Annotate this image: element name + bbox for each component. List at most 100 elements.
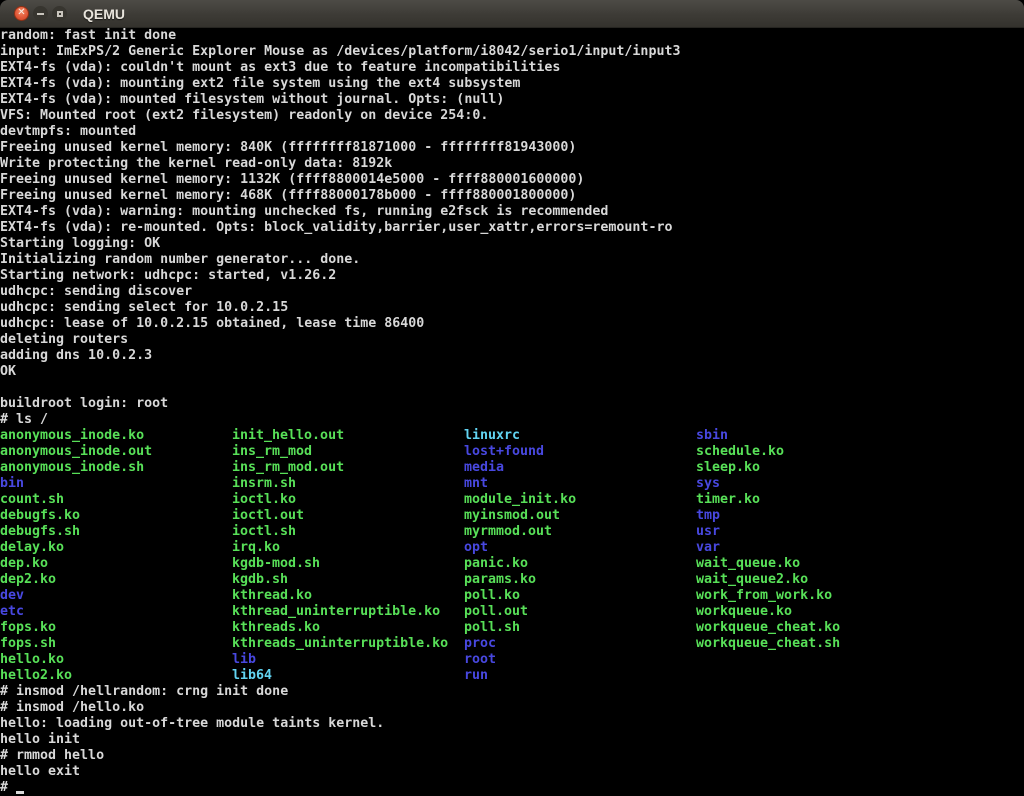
ls-entry: run [464, 668, 488, 684]
ls-entry: dep2.ko [0, 572, 232, 588]
console-line: EXT4-fs (vda): mounting ext2 file system… [0, 76, 1024, 92]
console-line: udhcpc: sending select for 10.0.2.15 [0, 300, 1024, 316]
titlebar[interactable]: ✕ QEMU [0, 0, 1024, 28]
ls-entry: fops.ko [0, 620, 232, 636]
ls-entry: myinsmod.out [464, 508, 696, 524]
console-line: Freeing unused kernel memory: 1132K (fff… [0, 172, 1024, 188]
ls-entry: irq.ko [232, 540, 464, 556]
console-line: hello init [0, 732, 1024, 748]
qemu-window: ✕ QEMU random: fast init doneinput: ImEx… [0, 0, 1024, 796]
ls-row: dep2.kokgdb.shparams.kowait_queue2.ko [0, 572, 1024, 588]
ls-entry: etc [0, 604, 232, 620]
ls-row: debugfs.shioctl.shmyrmmod.outusr [0, 524, 1024, 540]
ls-entry: bin [0, 476, 232, 492]
ls-entry: init_hello.out [232, 428, 464, 444]
console-line: random: fast init done [0, 28, 1024, 44]
ls-row: fops.kokthreads.kopoll.shworkqueue_cheat… [0, 620, 1024, 636]
ls-entry: usr [696, 524, 720, 540]
console-line: Write protecting the kernel read-only da… [0, 156, 1024, 172]
console-line: Starting network: udhcpc: started, v1.26… [0, 268, 1024, 284]
ls-entry: poll.out [464, 604, 696, 620]
terminal-screen[interactable]: random: fast init doneinput: ImExPS/2 Ge… [0, 28, 1024, 796]
ls-row: etckthread_uninterruptible.kopoll.outwor… [0, 604, 1024, 620]
ls-entry: wait_queue.ko [696, 556, 800, 572]
ls-entry: ins_rm_mod [232, 444, 464, 460]
ls-row: anonymous_inode.koinit_hello.outlinuxrcs… [0, 428, 1024, 444]
ls-entry: myrmmod.out [464, 524, 696, 540]
ls-entry: mnt [464, 476, 696, 492]
ls-entry: lib [232, 652, 464, 668]
console-line: Freeing unused kernel memory: 840K (ffff… [0, 140, 1024, 156]
ls-entry: ioctl.ko [232, 492, 464, 508]
prompt-line: # [0, 780, 1024, 796]
ls-entry: sleep.ko [696, 460, 760, 476]
ls-entry: panic.ko [464, 556, 696, 572]
ls-entry: poll.ko [464, 588, 696, 604]
ls-entry: var [696, 540, 720, 556]
console-line: Freeing unused kernel memory: 468K (ffff… [0, 188, 1024, 204]
console-line: VFS: Mounted root (ext2 filesystem) read… [0, 108, 1024, 124]
ls-row: count.shioctl.komodule_init.kotimer.ko [0, 492, 1024, 508]
ls-entry: poll.sh [464, 620, 696, 636]
ls-row: debugfs.koioctl.outmyinsmod.outtmp [0, 508, 1024, 524]
window-title: QEMU [83, 6, 125, 22]
ls-entry: kgdb.sh [232, 572, 464, 588]
ls-row: devkthread.kopoll.kowork_from_work.ko [0, 588, 1024, 604]
ls-entry: hello2.ko [0, 668, 232, 684]
ls-entry: kthreads_uninterruptible.ko [232, 636, 464, 652]
ls-entry: delay.ko [0, 540, 232, 556]
console-line: adding dns 10.0.2.3 [0, 348, 1024, 364]
console-line: OK [0, 364, 1024, 380]
console-line [0, 380, 1024, 396]
ls-entry: work_from_work.ko [696, 588, 832, 604]
console-line: Initializing random number generator... … [0, 252, 1024, 268]
console-line: udhcpc: sending discover [0, 284, 1024, 300]
ls-entry: workqueue_cheat.ko [696, 620, 840, 636]
console-line: # rmmod hello [0, 748, 1024, 764]
console-line: hello exit [0, 764, 1024, 780]
console-line: EXT4-fs (vda): mounted filesystem withou… [0, 92, 1024, 108]
ls-entry: fops.sh [0, 636, 232, 652]
console-line: udhcpc: lease of 10.0.2.15 obtained, lea… [0, 316, 1024, 332]
console-line: hello: loading out-of-tree module taints… [0, 716, 1024, 732]
maximize-icon [57, 11, 63, 17]
text-cursor [16, 791, 24, 794]
console-line: input: ImExPS/2 Generic Explorer Mouse a… [0, 44, 1024, 60]
console-line: # insmod /hello.ko [0, 700, 1024, 716]
console-line: EXT4-fs (vda): warning: mounting uncheck… [0, 204, 1024, 220]
ls-entry: insrm.sh [232, 476, 464, 492]
ls-entry: params.ko [464, 572, 696, 588]
minimize-icon [37, 13, 44, 15]
ls-entry: anonymous_inode.sh [0, 460, 232, 476]
ls-entry: anonymous_inode.out [0, 444, 232, 460]
ls-entry: lib64 [232, 668, 464, 684]
ls-entry: media [464, 460, 696, 476]
ls-entry: dep.ko [0, 556, 232, 572]
ls-entry: tmp [696, 508, 720, 524]
ls-entry: workqueue.ko [696, 604, 792, 620]
console-line: # insmod /hellrandom: crng init done [0, 684, 1024, 700]
ls-entry: schedule.ko [696, 444, 784, 460]
ls-entry: kgdb-mod.sh [232, 556, 464, 572]
ls-entry: linuxrc [464, 428, 696, 444]
ls-entry: anonymous_inode.ko [0, 428, 232, 444]
prompt-text: # [0, 780, 16, 795]
ls-entry: dev [0, 588, 232, 604]
ls-entry: lost+found [464, 444, 696, 460]
ls-row: hello2.kolib64run [0, 668, 1024, 684]
ls-entry: debugfs.ko [0, 508, 232, 524]
close-icon: ✕ [17, 8, 25, 18]
console-line: Starting logging: OK [0, 236, 1024, 252]
console-line: # ls / [0, 412, 1024, 428]
minimize-button[interactable] [33, 6, 48, 21]
ls-entry: kthread.ko [232, 588, 464, 604]
console-line: buildroot login: root [0, 396, 1024, 412]
ls-entry: root [464, 652, 496, 668]
console-line: devtmpfs: mounted [0, 124, 1024, 140]
ls-row: dep.kokgdb-mod.shpanic.kowait_queue.ko [0, 556, 1024, 572]
maximize-button[interactable] [52, 6, 67, 21]
close-button[interactable]: ✕ [14, 6, 29, 21]
ls-entry: kthreads.ko [232, 620, 464, 636]
ls-row: delay.koirq.kooptvar [0, 540, 1024, 556]
ls-entry: ins_rm_mod.out [232, 460, 464, 476]
